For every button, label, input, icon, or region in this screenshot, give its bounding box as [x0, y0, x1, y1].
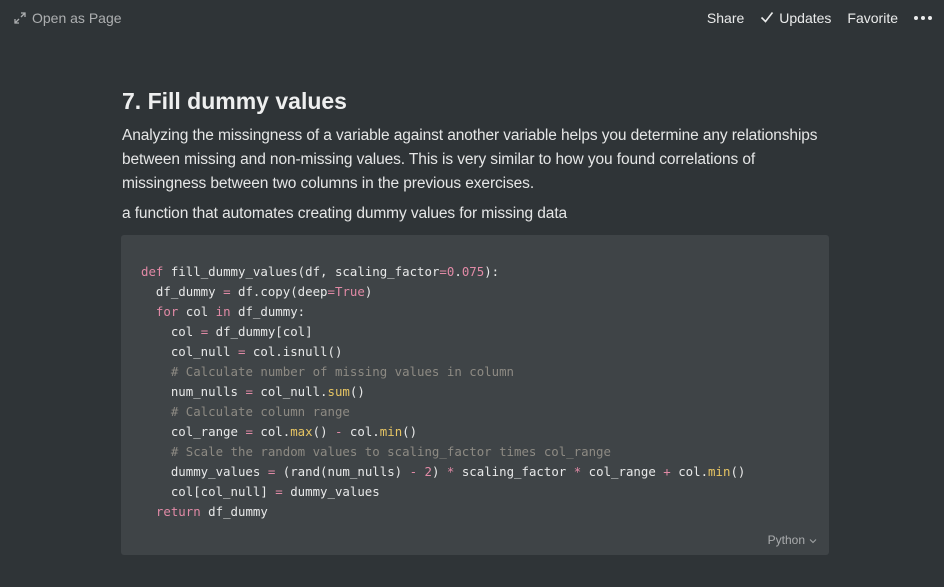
language-selector[interactable]: Python — [768, 533, 817, 547]
more-options-button[interactable] — [906, 13, 936, 23]
page-title: 7. Fill dummy values — [122, 88, 347, 114]
share-label: Share — [706, 10, 745, 26]
open-as-page-button[interactable]: Open as Page — [14, 10, 122, 26]
updates-label: Updates — [779, 10, 832, 26]
share-button[interactable]: Share — [699, 7, 752, 29]
top-bar: Open as Page Share Updates Favorite — [0, 0, 944, 36]
top-actions: Share Updates Favorite — [699, 7, 936, 29]
expand-arrows-icon — [14, 12, 26, 24]
code-block[interactable]: def fill_dummy_values(df, scaling_factor… — [121, 235, 829, 555]
chevron-down-icon — [809, 533, 817, 547]
language-label: Python — [767, 533, 805, 547]
subtext-paragraph: a function that automates creating dummy… — [122, 205, 568, 222]
updates-button[interactable]: Updates — [752, 7, 839, 29]
code-content: def fill_dummy_values(df, scaling_factor… — [141, 264, 746, 519]
more-dots-icon — [914, 16, 918, 20]
page-content: 7. Fill dummy values Analyzing the missi… — [122, 84, 830, 226]
more-dots-icon — [928, 16, 932, 20]
open-as-page-label: Open as Page — [32, 10, 122, 26]
favorite-label: Favorite — [847, 10, 898, 26]
checkmark-icon — [760, 10, 774, 26]
more-dots-icon — [921, 16, 925, 20]
favorite-button[interactable]: Favorite — [839, 7, 906, 29]
description-paragraph: Analyzing the missingness of a variable … — [122, 127, 818, 192]
